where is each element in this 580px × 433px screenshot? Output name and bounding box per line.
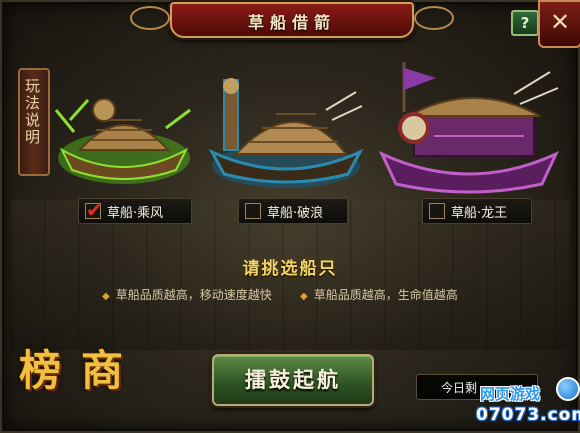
title-plate: 草船借箭 [170,2,414,38]
boat-checkbox-polang[interactable] [245,203,261,219]
grass-boat-green-icon [54,98,191,184]
boat-option-chengfeng[interactable]: ✔ 草船·乘风 [78,198,192,224]
hint-speed-text: 草船品质越高，移动速度越快 [115,288,272,302]
boat-label: 草船·破浪 [267,206,324,221]
select-boat-prompt: 请挑选船只 [242,259,338,279]
rules-tab-label: 玩法说明 [23,78,41,146]
title-right-ornament [414,6,454,30]
boat-chengfeng-image[interactable] [54,80,194,190]
hint-hp-text: 草船品质越高，生命值越高 [313,288,458,302]
help-button[interactable]: ? [511,10,539,36]
game-dialog: 草船借箭 ? ✕ 玩法说明 ✔ 草船·乘风 草船·破浪 草船·龙王 请挑选船只 … [0,0,580,433]
ranking-button[interactable]: 榜 [14,338,66,404]
grass-boat-blue-icon [208,78,364,188]
diamond-icon: ◆ [300,291,308,302]
diamond-icon: ◆ [102,291,110,302]
boat-option-polang[interactable]: 草船·破浪 [238,198,348,224]
boat-longwang-image[interactable] [374,54,564,200]
site-watermark: 网页游戏 07073.com [472,377,580,431]
boat-checkbox-longwang[interactable] [429,203,445,219]
boat-option-longwang[interactable]: 草船·龙王 [422,198,532,224]
hint-speed: ◆ 草船品质越高，移动速度越快 [102,286,272,303]
boat-label: 草船·乘风 [107,206,164,221]
title-left-ornament [130,6,170,30]
boat-label: 草船·龙王 [451,206,508,221]
checkmark-icon: ✔ [86,198,103,222]
boat-checkbox-chengfeng[interactable]: ✔ [85,198,103,222]
watermark-top: 网页游戏 [480,385,541,403]
hint-hp: ◆ 草船品质越高，生命值越高 [300,286,458,303]
rules-tab[interactable]: 玩法说明 [18,68,50,176]
set-sail-button[interactable]: 擂鼓起航 [212,354,374,406]
dragon-boat-purple-icon [378,62,560,194]
shop-button[interactable]: 商 [76,338,128,404]
watermark-logo-icon [556,377,580,401]
watermark-bottom: 07073.com [476,405,580,425]
close-button[interactable]: ✕ [538,0,580,48]
boat-polang-image[interactable] [206,70,366,194]
dialog-title: 草船借箭 [247,13,336,32]
